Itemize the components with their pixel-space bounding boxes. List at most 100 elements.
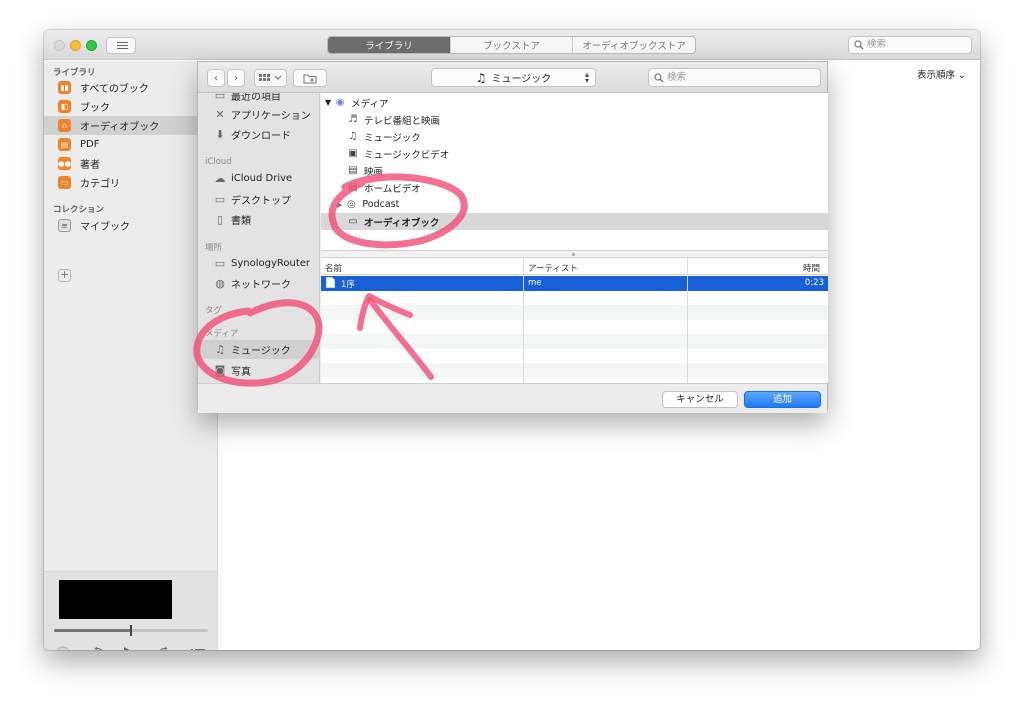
sidebar-item-applications[interactable]: ✕ アプリケーション xyxy=(198,105,319,124)
sidebar-item-all-books[interactable]: ▮▮ すべてのブック xyxy=(44,78,218,97)
sidebar-item-icloud-drive[interactable]: ☁ iCloud Drive xyxy=(198,169,319,188)
media-item-tv-movies[interactable]: ♬ テレビ番組と映画 xyxy=(321,111,828,128)
media-item-label: ミュージック xyxy=(364,132,421,144)
location-popup[interactable]: ♫ ミュージック ▴ ▾ xyxy=(431,68,596,87)
back-button[interactable]: ‹ xyxy=(207,69,225,87)
skip-forward-15-button[interactable]: 15 xyxy=(156,646,174,650)
applications-icon: ✕ xyxy=(215,108,225,121)
sidebar-item-audiobooks[interactable]: ∩ オーディオブック xyxy=(44,116,218,135)
column-header-name[interactable]: 名前 xyxy=(325,262,342,274)
add-collection-button[interactable]: + xyxy=(58,269,71,282)
table-row[interactable]: 1序 me 0:23 xyxy=(321,276,828,291)
new-folder-button[interactable] xyxy=(293,69,327,87)
column-header-artist[interactable]: アーティスト xyxy=(528,262,578,274)
cancel-button[interactable]: キャンセル xyxy=(662,391,738,408)
book-icon: ◧ xyxy=(58,100,71,113)
sidebar-item-books[interactable]: ◧ ブック xyxy=(44,97,218,116)
sidebar-item-desktop[interactable]: ▭ デスクトップ xyxy=(198,190,319,209)
tab-library[interactable]: ライブラリ xyxy=(328,37,450,53)
sidebar-item-my-books[interactable]: ≡ マイブック xyxy=(44,216,218,235)
media-browser: ▼ ◉ メディア ♬ テレビ番組と映画 ♫ ミュージック ▣ ミュージックビデオ ▤ 映画 … xyxy=(321,93,828,251)
sidebar-item-synology-router[interactable]: ▭ SynologyRouter xyxy=(198,254,319,273)
column-header-time[interactable]: 時間 xyxy=(803,262,820,274)
play-button[interactable] xyxy=(122,646,140,650)
media-item-podcast[interactable]: ▶ ◎ Podcast xyxy=(321,196,828,213)
sidebar-item-authors[interactable]: ●● 著者 xyxy=(44,154,218,173)
pane-splitter[interactable] xyxy=(321,251,828,258)
dialog-sidebar: ▭ 最近の項目 ✕ アプリケーション ⬇ ダウンロード iCloud ☁ iCloud … xyxy=(198,93,320,383)
sidebar-item-label: アプリケーション xyxy=(231,111,311,122)
open-file-dialog: ‹ › ♫ ミュージック ▴ ▾ 検索 ▭ 最近の項目 ✕ アプリケーション ⬇ ダウン… xyxy=(197,61,828,413)
chevron-right-icon: › xyxy=(234,72,238,84)
sidebar-item-network[interactable]: ◍ ネットワーク xyxy=(198,274,319,293)
sidebar-item-label: PDF xyxy=(80,139,100,150)
table-header: 名前 アーティスト 時間 xyxy=(321,258,828,275)
media-item-home-videos[interactable]: ▤ ホームビデオ xyxy=(321,179,828,196)
row-artist: me xyxy=(528,278,542,288)
add-button[interactable]: 追加 xyxy=(744,391,821,408)
chapters-button[interactable] xyxy=(190,646,206,650)
media-item-audiobooks[interactable]: ▭ オーディオブック xyxy=(321,213,828,230)
skip-back-15-button[interactable]: 15 xyxy=(88,646,106,650)
tags-section-header: タグ xyxy=(205,306,223,316)
film-icon: ▤ xyxy=(348,182,358,193)
mini-player: 15 15 xyxy=(44,571,218,650)
library-search-input[interactable]: 検索 xyxy=(848,36,972,54)
media-item-movies[interactable]: ▤ 映画 xyxy=(321,162,828,179)
documents-icon: ▯ xyxy=(216,213,224,226)
sort-order-menu[interactable]: 表示順序 ⌄ xyxy=(917,67,966,81)
title-bar: ライブラリ ブックストア オーディオブックストア 検索 xyxy=(44,30,980,60)
sidebar-item-downloads[interactable]: ⬇ ダウンロード xyxy=(198,125,319,144)
tab-bookstore[interactable]: ブックストア xyxy=(450,37,572,53)
sidebar-item-pdf[interactable]: ▤ PDF xyxy=(44,135,218,154)
dialog-search-input[interactable]: 検索 xyxy=(648,68,821,87)
playback-progress-slider[interactable] xyxy=(54,625,208,636)
new-folder-icon xyxy=(303,74,317,83)
downloads-icon: ⬇ xyxy=(215,128,225,141)
film-icon: ▤ xyxy=(348,165,358,176)
file-table: 名前 アーティスト 時間 1序 me 0:23 xyxy=(321,258,828,383)
sidebar-item-recents[interactable]: ▭ 最近の項目 xyxy=(198,93,319,105)
media-item-music-videos[interactable]: ▣ ミュージックビデオ xyxy=(321,145,828,162)
sidebar-item-label: SynologyRouter xyxy=(231,258,311,269)
tv-movies-icon: ♬ xyxy=(348,114,358,125)
dialog-footer: キャンセル 追加 xyxy=(198,383,827,413)
media-root-label: メディア xyxy=(351,98,389,110)
media-item-music[interactable]: ♫ ミュージック xyxy=(321,128,828,145)
row-time: 0:23 xyxy=(804,278,824,288)
sidebar-item-label: すべてのブック xyxy=(80,84,149,95)
search-icon xyxy=(854,40,864,50)
forward-button[interactable]: › xyxy=(227,69,245,87)
sidebar-item-documents[interactable]: ▯ 書類 xyxy=(198,210,319,229)
media-root-row[interactable]: ▼ ◉ メディア xyxy=(321,94,828,111)
sidebar-item-music[interactable]: ♫ ミュージック xyxy=(198,340,319,359)
sidebar-item-label: 書類 xyxy=(231,216,251,227)
airplay-button[interactable] xyxy=(56,646,70,650)
sidebar-item-categories[interactable]: ▭ カテゴリ xyxy=(44,173,218,192)
media-section-header: メディア xyxy=(205,329,239,339)
artwork xyxy=(59,580,172,619)
minimize-window-button[interactable] xyxy=(70,40,81,51)
tab-audiobook-store[interactable]: オーディオブックストア xyxy=(572,37,695,53)
recents-icon: ▭ xyxy=(214,93,226,102)
podcast-icon: ◎ xyxy=(347,199,356,210)
close-window-button[interactable] xyxy=(54,40,65,51)
sidebar-item-label: ミュージック xyxy=(231,346,291,357)
camera-icon: ◙ xyxy=(214,364,226,377)
collections-section-header: コレクション xyxy=(53,205,105,215)
chevron-down-icon: ⌄ xyxy=(958,70,967,81)
sidebar-item-label: カテゴリ xyxy=(80,179,120,190)
sidebar-item-photos[interactable]: ◙ 写真 xyxy=(198,361,319,380)
search-icon xyxy=(654,73,664,83)
pdf-icon: ▤ xyxy=(58,138,71,151)
cloud-icon: ☁ xyxy=(214,172,226,185)
chevron-left-icon: ‹ xyxy=(214,72,218,84)
view-options-button[interactable] xyxy=(254,69,287,87)
authors-icon: ●● xyxy=(57,157,72,170)
skip-forward-icon: 15 xyxy=(159,646,168,650)
sidebar-toggle-button[interactable] xyxy=(106,37,136,54)
itunes-icon: ◉ xyxy=(335,97,345,108)
sidebar-item-label: 最近の項目 xyxy=(231,93,281,103)
zoom-window-button[interactable] xyxy=(86,40,97,51)
progress-knob[interactable] xyxy=(130,625,132,636)
